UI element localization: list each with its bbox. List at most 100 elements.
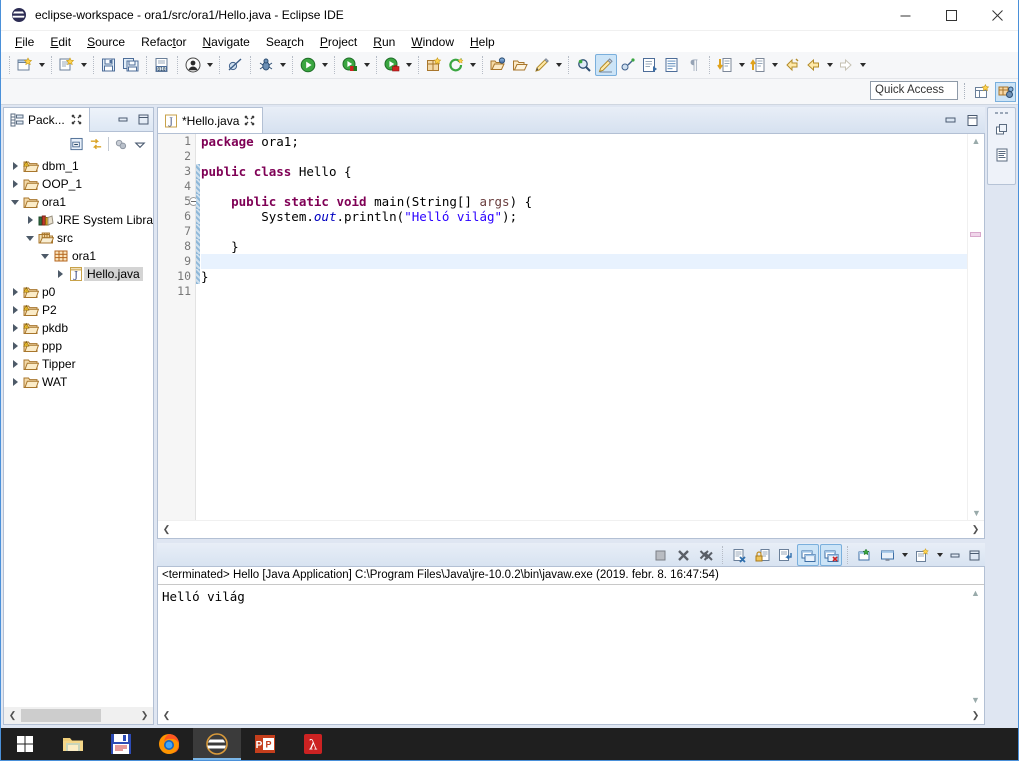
toggle-block-selection-icon[interactable] (639, 54, 661, 76)
twisty-collapsed-icon[interactable] (8, 157, 22, 175)
code-line[interactable]: public class Hello { (201, 164, 967, 179)
menu-run[interactable]: Run (365, 33, 403, 51)
file-explorer-icon[interactable] (49, 728, 97, 760)
hscroll-thumb[interactable] (21, 709, 101, 722)
editor-vscrollbar[interactable]: ▲ ▼ (967, 134, 984, 520)
tab-hello-java[interactable]: J *Hello.java (157, 107, 264, 133)
external-tools-dropdown-icon[interactable] (403, 54, 414, 76)
eclipse-icon[interactable] (193, 728, 241, 760)
close-button[interactable] (974, 0, 1018, 31)
run-icon[interactable] (297, 54, 319, 76)
twisty-collapsed-icon[interactable] (8, 373, 22, 391)
previous-annotation-icon[interactable] (747, 54, 769, 76)
new-wizard-icon[interactable] (14, 54, 36, 76)
restore-icon[interactable] (991, 119, 1013, 141)
forward-dropdown-icon[interactable] (857, 54, 868, 76)
open-resource-icon[interactable] (509, 54, 531, 76)
scroll-right-icon[interactable]: ❯ (967, 707, 984, 724)
new-java-project-icon[interactable] (423, 54, 445, 76)
maximize-editor-icon[interactable] (965, 113, 979, 127)
save-icon[interactable] (98, 54, 120, 76)
skip-all-breakpoints-icon[interactable] (224, 54, 246, 76)
coverage-dropdown-icon[interactable] (361, 54, 372, 76)
new-annotation-icon[interactable] (531, 54, 553, 76)
new-java-class-dropdown-icon[interactable] (78, 54, 89, 76)
code-line[interactable] (201, 284, 967, 299)
powerpoint-icon[interactable]: P P (241, 728, 289, 760)
console-hscrollbar[interactable]: ❮ ❯ (158, 707, 984, 724)
twisty-collapsed-icon[interactable] (8, 283, 22, 301)
code-line[interactable]: public static void main(String[] args) { (201, 194, 967, 209)
twisty-collapsed-icon[interactable] (53, 265, 67, 283)
acrobat-icon[interactable]: λ (289, 728, 337, 760)
next-annotation-dropdown-icon[interactable] (736, 54, 747, 76)
tree-item-hello-java[interactable]: J Hello.java (4, 265, 153, 283)
pin-console-icon[interactable] (853, 544, 875, 566)
close-icon[interactable] (244, 115, 256, 127)
code-line[interactable]: } (201, 269, 967, 284)
scroll-up-icon[interactable]: ▲ (967, 586, 984, 600)
scroll-right-icon[interactable]: ❯ (967, 521, 984, 538)
save-all-icon[interactable] (120, 54, 142, 76)
new-java-package-icon[interactable]: 010 (151, 54, 173, 76)
annotation-marker[interactable] (970, 232, 981, 237)
link-tools-icon[interactable] (617, 54, 639, 76)
menu-edit[interactable]: Edit (42, 33, 79, 51)
code-line[interactable]: package ora1; (201, 134, 967, 149)
code-line[interactable] (201, 179, 967, 194)
search-icon[interactable] (573, 54, 595, 76)
menu-window[interactable]: Window (403, 33, 462, 51)
project-tree[interactable]: ! dbm_1 OOP_1 ora1 JRE System Libra src ora1 J H… (4, 157, 153, 706)
editor-hscrollbar[interactable]: ❮ ❯ (158, 520, 984, 538)
twisty-collapsed-icon[interactable] (8, 355, 22, 373)
maximize-view-icon[interactable] (136, 112, 150, 126)
remove-all-terminated-icon[interactable] (695, 544, 717, 566)
show-whitespace-icon[interactable] (661, 54, 683, 76)
save-app-icon[interactable] (97, 728, 145, 760)
maximize-button[interactable] (928, 0, 974, 31)
next-annotation-icon[interactable] (714, 54, 736, 76)
open-console-dropdown-icon[interactable] (934, 544, 945, 566)
tree-item-jre-system-libra[interactable]: JRE System Libra (4, 211, 153, 229)
new-java-class-icon[interactable] (56, 54, 78, 76)
scroll-down-icon[interactable]: ▼ (968, 506, 985, 520)
menu-navigate[interactable]: Navigate (194, 33, 257, 51)
java-perspective-button[interactable] (995, 82, 1016, 102)
drag-handle[interactable] (993, 110, 1011, 116)
tree-item-ora1[interactable]: ora1 (4, 247, 153, 265)
tree-item-ora1[interactable]: ora1 (4, 193, 153, 211)
code-line[interactable] (201, 149, 967, 164)
minimize-button[interactable] (882, 0, 928, 31)
open-type-icon[interactable] (182, 54, 204, 76)
terminate-icon[interactable] (649, 544, 671, 566)
show-console-on-error-output-icon[interactable] (820, 544, 842, 566)
twisty-expanded-icon[interactable] (8, 193, 22, 211)
quick-access-input[interactable]: Quick Access (870, 81, 958, 100)
show-console-on-output-icon[interactable] (797, 544, 819, 566)
tree-item-wat[interactable]: WAT (4, 373, 153, 391)
remove-launch-icon[interactable] (672, 544, 694, 566)
display-selected-console-icon[interactable] (876, 544, 898, 566)
twisty-collapsed-icon[interactable] (23, 211, 37, 229)
link-with-editor-icon[interactable] (89, 137, 103, 151)
tree-item-oop-1[interactable]: OOP_1 (4, 175, 153, 193)
start-button[interactable] (1, 728, 49, 760)
twisty-collapsed-icon[interactable] (8, 301, 22, 319)
package-explorer-hscrollbar[interactable]: ❮ ❯ (4, 707, 153, 724)
firefox-icon[interactable] (145, 728, 193, 760)
minimize-editor-icon[interactable] (943, 113, 957, 127)
console-output-text[interactable]: Helló világ (162, 589, 966, 706)
minimize-console-icon[interactable] (946, 548, 964, 562)
external-tools-icon[interactable] (381, 54, 403, 76)
twisty-expanded-icon[interactable] (38, 247, 52, 265)
new-wizard-dropdown-icon[interactable] (36, 54, 47, 76)
menu-project[interactable]: Project (312, 33, 365, 51)
console-vscrollbar[interactable]: ▲ ▼ (967, 586, 984, 707)
tree-item-src[interactable]: src (4, 229, 153, 247)
run-dropdown-icon[interactable] (319, 54, 330, 76)
maximize-console-icon[interactable] (965, 548, 983, 562)
focus-on-active-task-icon[interactable] (114, 137, 128, 151)
editor-body[interactable]: 1 2 3 4 5 6 7 8 9 10 11 package ora1; public class… (157, 133, 985, 539)
pilcrow-icon[interactable]: ¶ (683, 54, 705, 76)
forward-icon[interactable] (835, 54, 857, 76)
